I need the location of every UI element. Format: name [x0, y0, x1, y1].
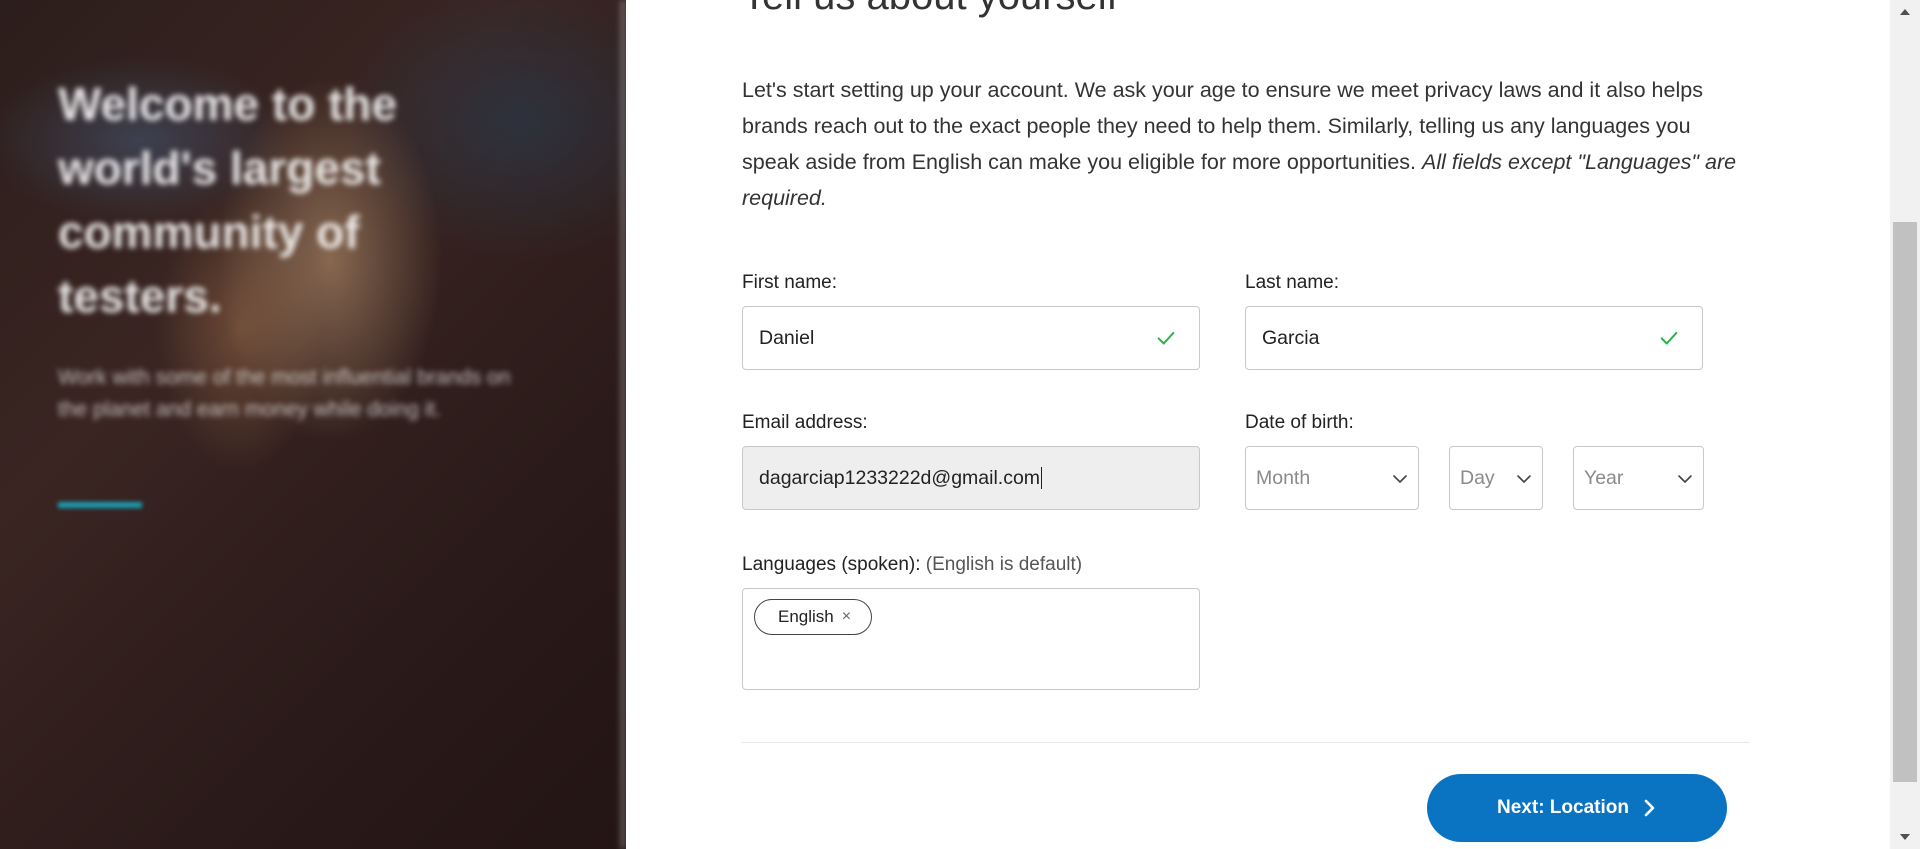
dob-label: Date of birth: — [1245, 412, 1354, 433]
triangle-up-icon — [1900, 9, 1910, 15]
chevron-down-icon — [1517, 475, 1531, 483]
page-scrollbar[interactable] — [1890, 0, 1920, 849]
last-name-value: Garcia — [1262, 326, 1320, 349]
dob-year-placeholder: Year — [1584, 466, 1624, 489]
signup-form: Tell us about yourself Let's start setti… — [742, 0, 1752, 849]
triangle-down-icon — [1900, 834, 1910, 840]
remove-tag-icon[interactable]: × — [842, 608, 851, 626]
hero-title: Welcome to the world's largest community… — [58, 78, 398, 322]
chevron-down-icon — [1393, 475, 1407, 483]
languages-label: Languages (spoken): (English is default) — [742, 554, 1082, 576]
dob-month-placeholder: Month — [1256, 466, 1311, 489]
languages-hint: (English is default) — [925, 554, 1083, 575]
hero-panel: Welcome to the world's largest community… — [0, 0, 626, 849]
next-location-button[interactable]: Next: Location — [1427, 774, 1727, 842]
email-field[interactable]: dagarciap1233222d@gmail.com — [742, 446, 1200, 510]
languages-input[interactable]: English × — [742, 588, 1200, 690]
dob-month-select[interactable]: Month — [1245, 446, 1419, 510]
language-tag[interactable]: English × — [754, 599, 873, 635]
dob-year-select[interactable]: Year — [1573, 446, 1704, 510]
hero-edge — [620, 0, 626, 849]
last-name-label: Last name: — [1245, 272, 1339, 293]
hero-subtitle: Work with some of the most influential b… — [58, 366, 511, 421]
intro-text: Let's start setting up your account. We … — [742, 72, 1747, 216]
first-name-label: First name: — [742, 272, 838, 293]
checkmark-icon — [1157, 331, 1175, 345]
first-name-value: Daniel — [759, 326, 815, 349]
dob-day-select[interactable]: Day — [1449, 446, 1543, 510]
first-name-field[interactable]: Daniel — [742, 306, 1200, 370]
text-cursor — [1041, 467, 1043, 489]
next-button-label: Next: Location — [1497, 797, 1629, 818]
dob-day-placeholder: Day — [1460, 466, 1495, 489]
hero-accent-bar — [58, 502, 142, 508]
languages-label-text: Languages (spoken): — [742, 554, 921, 575]
chevron-down-icon — [1678, 475, 1692, 483]
page-title: Tell us about yourself — [742, 0, 1118, 19]
scrollbar-thumb[interactable] — [1893, 222, 1917, 782]
email-value: dagarciap1233222d@gmail.com — [759, 466, 1041, 489]
scroll-up-button[interactable] — [1890, 0, 1920, 24]
email-label: Email address: — [742, 412, 868, 433]
checkmark-icon — [1660, 331, 1678, 345]
chevron-right-icon — [1644, 799, 1655, 817]
form-divider — [742, 742, 1750, 743]
scroll-down-button[interactable] — [1890, 825, 1920, 849]
language-tag-label: English — [778, 607, 834, 626]
last-name-field[interactable]: Garcia — [1245, 306, 1703, 370]
